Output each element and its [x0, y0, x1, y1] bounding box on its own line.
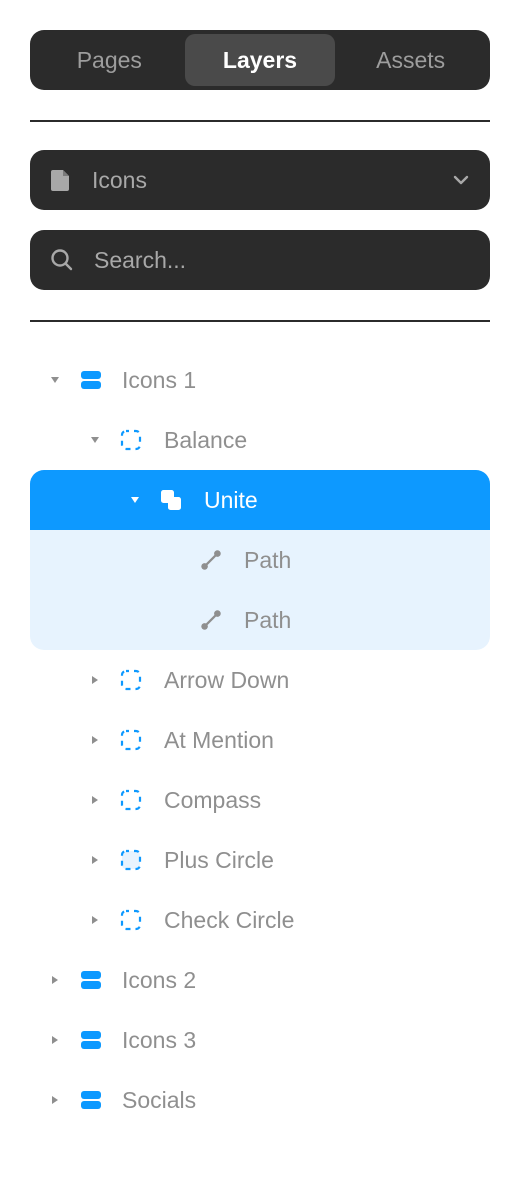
caret-right-icon[interactable] — [88, 793, 102, 807]
layer-label: At Mention — [164, 726, 274, 753]
caret-down-icon[interactable] — [88, 433, 102, 447]
tab-layers[interactable]: Layers — [184, 34, 336, 86]
layer-row-arrow-down[interactable]: Arrow Down — [30, 650, 490, 710]
layer-row-balance[interactable]: Balance — [30, 410, 490, 470]
frame-icon — [120, 789, 142, 811]
layer-label: Plus Circle — [164, 846, 274, 873]
layer-label: Path — [244, 606, 292, 633]
section-icon — [80, 1029, 102, 1051]
frame-icon — [120, 429, 142, 451]
layer-row-unite[interactable]: Unite — [30, 470, 490, 530]
caret-right-icon[interactable] — [88, 913, 102, 927]
section-icon — [80, 369, 102, 391]
panel-tabs: Pages Layers Assets — [30, 30, 490, 90]
layer-label: Path — [244, 546, 292, 573]
page-icon — [50, 168, 72, 192]
chevron-down-icon[interactable] — [452, 174, 470, 186]
layer-label: Unite — [204, 486, 258, 513]
layer-label: Compass — [164, 786, 262, 813]
caret-right-icon[interactable] — [88, 733, 102, 747]
frame-icon — [120, 729, 142, 751]
layer-label: Icons 2 — [122, 966, 197, 993]
section-icon — [80, 969, 102, 991]
selection-group: Unite Path Path — [30, 470, 490, 650]
tab-pages[interactable]: Pages — [34, 34, 185, 86]
boolean-union-icon — [160, 489, 182, 511]
caret-right-icon[interactable] — [88, 673, 102, 687]
page-selector[interactable]: Icons — [30, 150, 490, 210]
search-input[interactable] — [94, 246, 470, 274]
caret-right-icon[interactable] — [48, 1033, 62, 1047]
divider — [30, 320, 490, 322]
search-icon — [50, 248, 74, 272]
layer-row-path[interactable]: Path — [30, 530, 490, 590]
caret-down-icon[interactable] — [48, 373, 62, 387]
layer-row-path[interactable]: Path — [30, 590, 490, 650]
tab-assets[interactable]: Assets — [335, 34, 486, 86]
path-icon — [200, 609, 222, 631]
layer-row-icons-2[interactable]: Icons 2 — [30, 950, 490, 1010]
layer-label: Icons 1 — [122, 366, 197, 393]
frame-icon — [120, 669, 142, 691]
caret-right-icon[interactable] — [48, 1093, 62, 1107]
divider — [30, 120, 490, 122]
layer-label: Arrow Down — [164, 666, 290, 693]
caret-down-icon[interactable] — [128, 493, 142, 507]
layer-label: Socials — [122, 1086, 197, 1113]
layer-search — [30, 230, 490, 290]
layer-row-compass[interactable]: Compass — [30, 770, 490, 830]
layer-row-icons-1[interactable]: Icons 1 — [30, 350, 490, 410]
layer-label: Icons 3 — [122, 1026, 197, 1053]
layer-row-socials[interactable]: Socials — [30, 1070, 490, 1130]
layer-row-check-circle[interactable]: Check Circle — [30, 890, 490, 950]
layer-row-icons-3[interactable]: Icons 3 — [30, 1010, 490, 1070]
layer-tree: Icons 1 Balance Unite Path Path Arrow Do… — [30, 350, 490, 1130]
layer-row-at-mention[interactable]: At Mention — [30, 710, 490, 770]
layer-label: Balance — [164, 426, 248, 453]
caret-right-icon[interactable] — [48, 973, 62, 987]
caret-right-icon[interactable] — [88, 853, 102, 867]
frame-icon — [120, 909, 142, 931]
frame-icon — [120, 849, 142, 871]
layer-row-plus-circle[interactable]: Plus Circle — [30, 830, 490, 890]
path-icon — [200, 549, 222, 571]
layer-label: Check Circle — [164, 906, 295, 933]
page-selector-label: Icons — [92, 166, 147, 193]
section-icon — [80, 1089, 102, 1111]
